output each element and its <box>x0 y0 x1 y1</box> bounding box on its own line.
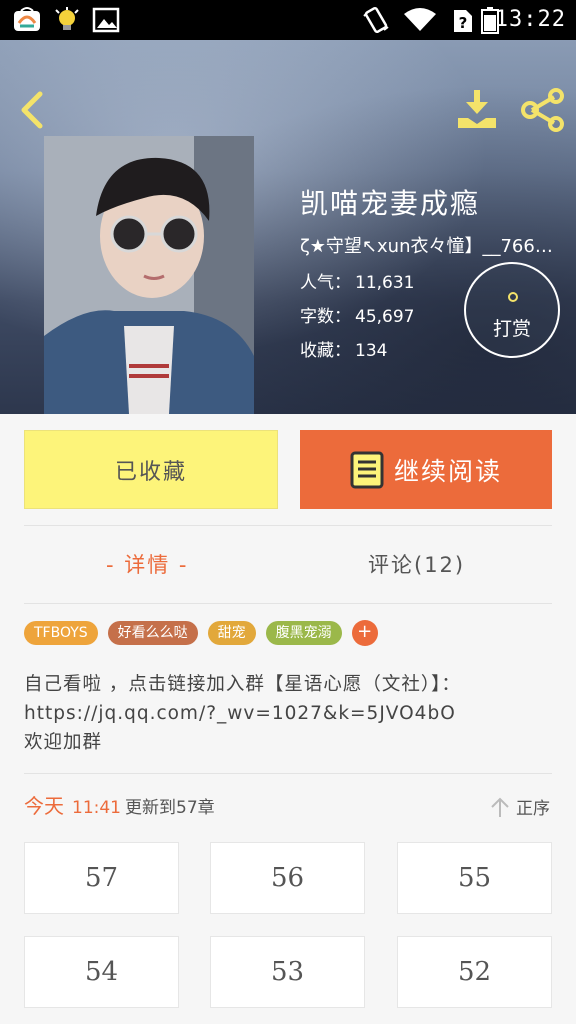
status-bar: ? 13:22 <box>0 0 576 40</box>
back-chevron-left-icon[interactable] <box>14 90 54 130</box>
book-author[interactable]: ζ★守望↖xun衣々憧】__766… <box>300 232 570 258</box>
book-title: 凯喵宠妻成瘾 <box>300 187 481 220</box>
book-icon <box>350 451 384 488</box>
share-icon[interactable] <box>520 88 566 132</box>
divider <box>24 525 552 526</box>
favorited-label: 已收藏 <box>114 459 187 485</box>
continue-reading-label: 继续阅读 <box>393 456 502 486</box>
tag-list: TFBOYS 好看么么哒 甜宠 腹黑宠溺 + <box>24 620 378 646</box>
word-count-label: 字数： <box>300 307 351 327</box>
tab-comments[interactable]: 评论(12) <box>368 548 465 582</box>
popularity-stat: 人气： 11,631 <box>300 268 414 293</box>
sort-order-label: 正序 <box>516 799 550 819</box>
reward-label: 打赏 <box>492 318 531 340</box>
divider <box>24 603 552 604</box>
clock: 13:22 <box>494 7 566 32</box>
favorites-stat: 收藏： 134 <box>300 336 387 361</box>
chapter-item[interactable]: 56 <box>210 842 365 914</box>
continue-reading-button[interactable]: 继续阅读 <box>300 430 552 509</box>
book-description: 自己看啦 ，点击链接加入群【星语心愿（文社）】：https://jq.qq.co… <box>24 674 461 753</box>
update-info: 今天 11:41 更新到57章 <box>24 792 215 822</box>
chapter-item[interactable]: 53 <box>210 936 365 1008</box>
favorites-label: 收藏： <box>300 341 351 361</box>
app-store-icon <box>14 7 40 31</box>
reward-button[interactable]: 打赏 <box>464 262 560 358</box>
update-time: 11:41 <box>72 798 121 818</box>
divider <box>24 773 552 774</box>
chapter-item[interactable]: 54 <box>24 936 179 1008</box>
lightbulb-icon <box>55 7 79 30</box>
tag-item[interactable]: 甜宠 <box>207 621 256 645</box>
favorites-value: 134 <box>355 341 388 361</box>
tag-item[interactable]: TFBOYS <box>24 621 98 645</box>
word-count-value: 45,697 <box>355 307 415 327</box>
chapter-item[interactable]: 52 <box>397 936 552 1008</box>
word-count-stat: 字数： 45,697 <box>300 302 414 327</box>
tab-detail[interactable]: - 详情 - <box>106 548 189 582</box>
book-cover-image <box>44 136 254 414</box>
chapter-item[interactable]: 57 <box>24 842 179 914</box>
popularity-label: 人气： <box>300 273 351 293</box>
tag-item[interactable]: 好看么么哒 <box>107 621 198 645</box>
update-chapter-info: 更新到57章 <box>125 798 215 818</box>
image-icon <box>92 7 120 33</box>
update-day: 今天 <box>24 794 64 818</box>
vibrate-icon <box>363 6 389 34</box>
book-header: 凯喵宠妻成瘾 ζ★守望↖xun衣々憧】__766… 人气： 11,631 字数： 4… <box>0 40 576 414</box>
chapter-item[interactable]: 55 <box>397 842 552 914</box>
sort-order-button[interactable]: 正序 <box>490 794 550 819</box>
no-sim-icon: ? <box>454 10 472 32</box>
tag-item[interactable]: 腹黑宠溺 <box>265 621 342 645</box>
download-icon[interactable] <box>456 88 498 130</box>
wifi-icon <box>404 8 436 31</box>
arrow-up-icon <box>491 797 509 817</box>
favorited-button[interactable]: 已收藏 <box>24 430 278 509</box>
popularity-value: 11,631 <box>355 273 415 293</box>
svg-text:?: ? <box>459 14 468 32</box>
add-tag-button[interactable]: + <box>351 620 378 646</box>
coin-icon <box>508 292 518 302</box>
